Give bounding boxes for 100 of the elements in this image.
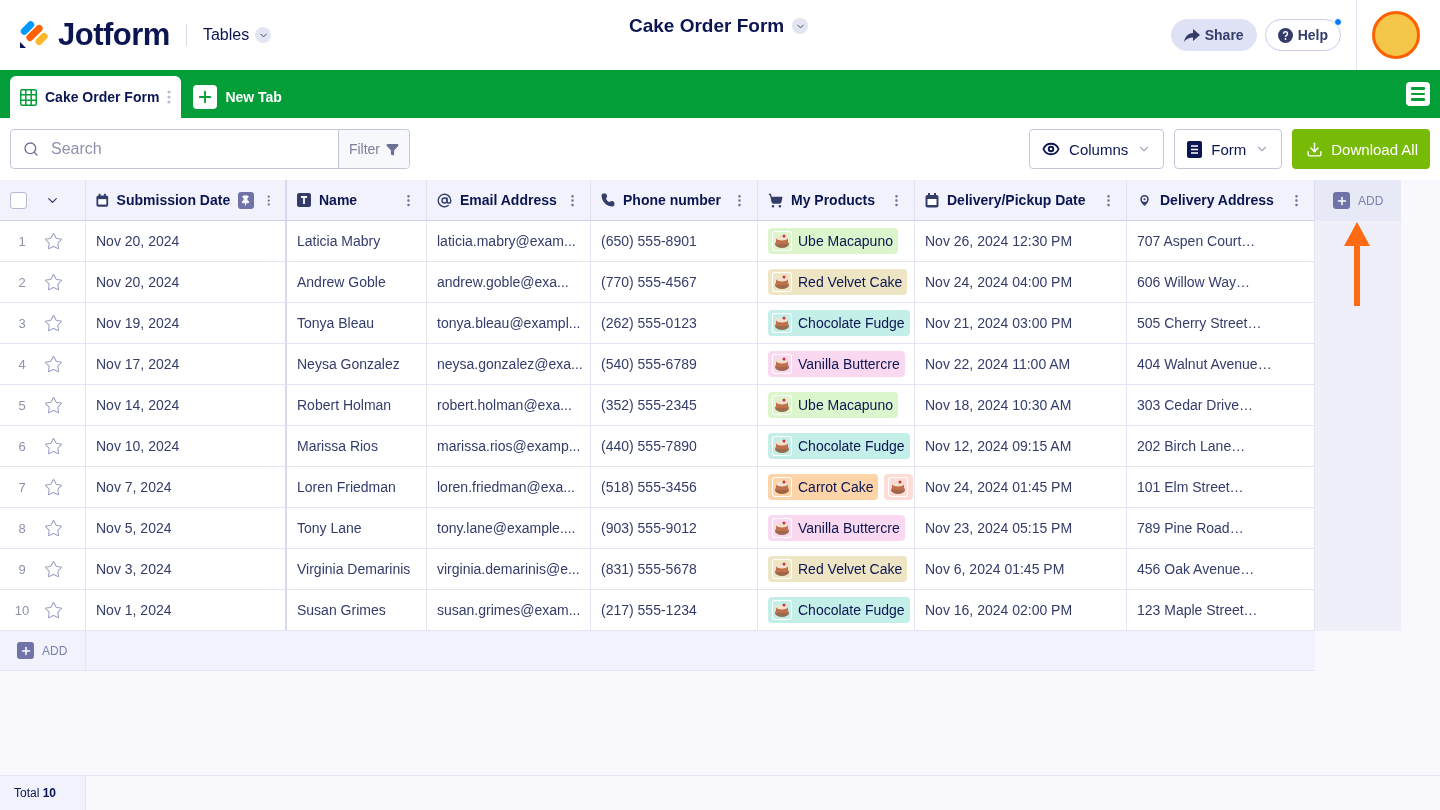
- table-cell: (217) 555-1234: [591, 590, 758, 631]
- star-icon[interactable]: [44, 600, 63, 620]
- table-cell: Nov 24, 2024 04:00 PM: [915, 262, 1127, 303]
- calendar-icon: [925, 192, 939, 208]
- table-cell: (903) 555-9012: [591, 508, 758, 549]
- table-cell: Nov 20, 2024: [86, 262, 287, 303]
- table-cell: tonya.bleau@exampl...: [427, 303, 591, 344]
- more-icon[interactable]: [167, 90, 172, 104]
- star-icon[interactable]: [44, 354, 63, 374]
- row-number: 2: [17, 274, 27, 290]
- product-tag: Chocolate Fudge: [768, 310, 910, 336]
- product-tag: Vanilla Buttercre: [768, 515, 905, 541]
- star-icon[interactable]: [44, 272, 63, 292]
- star-icon[interactable]: [44, 559, 63, 579]
- star-icon[interactable]: [44, 313, 63, 333]
- row-number: 3: [17, 315, 27, 331]
- table-cell: 505 Cherry Street…: [1127, 303, 1315, 344]
- table-tab[interactable]: Cake Order Form: [10, 76, 182, 118]
- notification-dot: [1334, 18, 1342, 26]
- search-icon: [23, 141, 39, 157]
- new-tab-button[interactable]: New Tab: [181, 76, 294, 118]
- product-tag: Vanilla Buttercre: [768, 351, 905, 377]
- table-cell: neysa.gonzalez@exa...: [427, 344, 591, 385]
- eye-icon: [1042, 140, 1061, 158]
- filter-icon: [386, 142, 399, 156]
- share-button[interactable]: Share: [1170, 19, 1257, 51]
- cart-icon: [768, 192, 783, 208]
- table-cell: virginia.demarinis@e...: [427, 549, 591, 590]
- row-number: 5: [17, 397, 27, 413]
- column-header[interactable]: My Products: [791, 192, 881, 208]
- table-cell: Nov 5, 2024: [86, 508, 287, 549]
- table-cell: Nov 17, 2024: [86, 344, 287, 385]
- column-header[interactable]: Delivery Address: [1160, 192, 1281, 208]
- search-field[interactable]: Search Filter: [10, 129, 410, 169]
- row-number: 7: [17, 479, 27, 495]
- star-icon[interactable]: [44, 395, 63, 415]
- star-icon[interactable]: [44, 518, 63, 538]
- table-cell: Tonya Bleau: [287, 303, 427, 344]
- table-cell: Neysa Gonzalez: [287, 344, 427, 385]
- table-cell: Nov 3, 2024: [86, 549, 287, 590]
- table-cell: (440) 555-7890: [591, 426, 758, 467]
- form-button[interactable]: Form: [1174, 129, 1283, 169]
- table-cell: Andrew Goble: [287, 262, 427, 303]
- table-cell: Tony Lane: [287, 508, 427, 549]
- table-cell: Nov 19, 2024: [86, 303, 287, 344]
- star-icon[interactable]: [44, 477, 63, 497]
- logo-icon: [18, 20, 48, 50]
- table-cell: 202 Birch Lane…: [1127, 426, 1315, 467]
- table-cell: Robert Holman: [287, 385, 427, 426]
- table-cell: 707 Aspen Court…: [1127, 221, 1315, 262]
- table-cell: Laticia Mabry: [287, 221, 427, 262]
- column-header[interactable]: Submission Date: [116, 192, 231, 208]
- columns-button[interactable]: Columns: [1029, 129, 1165, 169]
- table-cell: 303 Cedar Drive…: [1127, 385, 1315, 426]
- column-header[interactable]: Delivery/Pickup Date: [947, 192, 1093, 208]
- table-cell: Nov 23, 2024 05:15 PM: [915, 508, 1127, 549]
- calendar-icon: [96, 192, 109, 208]
- row-number: 6: [17, 438, 27, 454]
- location-pin-icon: [1137, 192, 1152, 208]
- column-header[interactable]: Email Address: [460, 192, 557, 208]
- product-tag: Red Velvet Cake: [768, 556, 908, 582]
- table-cell: andrew.goble@exa...: [427, 262, 591, 303]
- table-cell: Nov 6, 2024 01:45 PM: [915, 549, 1127, 590]
- table-cell: (540) 555-6789: [591, 344, 758, 385]
- row-number: 8: [17, 520, 27, 536]
- table-cell: susan.grimes@exam...: [427, 590, 591, 631]
- table-cell: Nov 22, 2024 11:00 AM: [915, 344, 1127, 385]
- row-number: 4: [17, 356, 27, 372]
- table-cell: Nov 26, 2024 12:30 PM: [915, 221, 1127, 262]
- table-cell: 789 Pine Road…: [1127, 508, 1315, 549]
- download-icon: [1306, 140, 1324, 158]
- logo-text: Jotform: [58, 17, 170, 53]
- table-cell: Nov 18, 2024 10:30 AM: [915, 385, 1127, 426]
- text-type-icon: [297, 193, 311, 207]
- select-all-checkbox[interactable]: [10, 191, 27, 209]
- form-title[interactable]: Cake Order Form: [629, 15, 809, 37]
- table-cell: robert.holman@exa...: [427, 385, 591, 426]
- table-cell: (650) 555-8901: [591, 221, 758, 262]
- table-cell: Susan Grimes: [287, 590, 427, 631]
- filter-button[interactable]: Filter: [337, 130, 409, 168]
- star-icon[interactable]: [44, 436, 63, 456]
- pin-icon[interactable]: [238, 191, 254, 209]
- column-header[interactable]: Phone number: [623, 192, 724, 208]
- table-cell: (518) 555-3456: [591, 467, 758, 508]
- user-avatar[interactable]: [1372, 11, 1420, 59]
- table-cell: 456 Oak Avenue…: [1127, 549, 1315, 590]
- product-tag: Ube Macapuno: [768, 392, 898, 418]
- row-number: 9: [17, 561, 27, 577]
- plus-icon: [17, 642, 34, 659]
- share-arrow-icon: [1183, 28, 1200, 42]
- at-icon: [437, 192, 452, 208]
- table-cell: (352) 555-2345: [591, 385, 758, 426]
- menu-button[interactable]: [1406, 82, 1430, 106]
- tables-menu[interactable]: Tables: [202, 26, 272, 44]
- column-header[interactable]: Name: [319, 192, 393, 208]
- table-cell: Nov 24, 2024 01:45 PM: [915, 467, 1127, 508]
- plus-icon: [1333, 192, 1350, 209]
- star-icon[interactable]: [44, 231, 63, 251]
- product-tag: Chocolate Fudge: [768, 433, 910, 459]
- help-button[interactable]: Help: [1264, 19, 1341, 51]
